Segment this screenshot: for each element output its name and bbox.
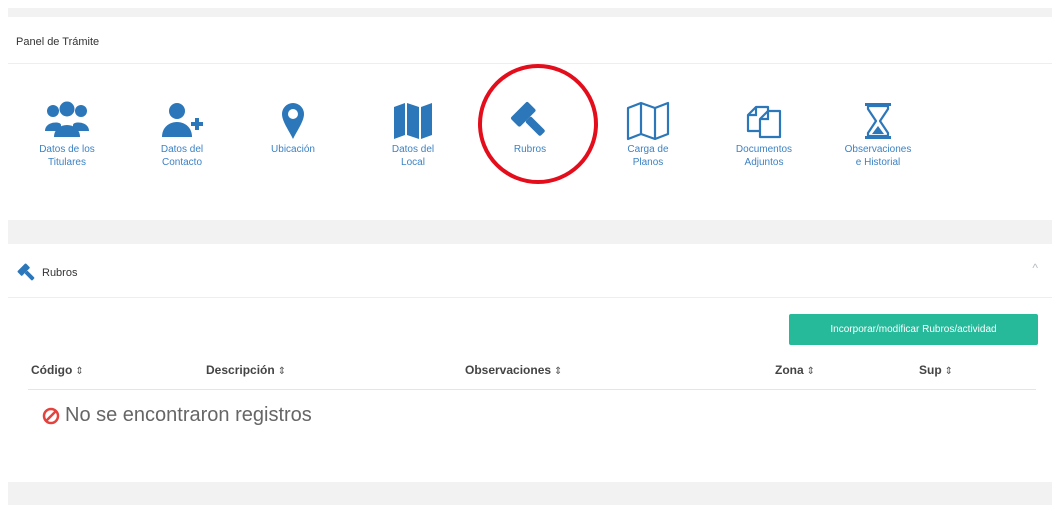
nav-label-line2: Planos bbox=[632, 157, 664, 168]
empty-state: No se encontraron registros bbox=[42, 404, 312, 427]
nav-label-line2: e Historial bbox=[855, 157, 901, 168]
bottom-band bbox=[8, 482, 1052, 505]
top-band bbox=[8, 8, 1052, 17]
documents-icon bbox=[746, 105, 782, 139]
nav-item-local[interactable]: Datos del Local bbox=[358, 95, 468, 169]
nav-label-line2: Titulares bbox=[48, 157, 86, 168]
collapse-chevron-icon[interactable]: ^ bbox=[1032, 261, 1038, 275]
user-plus-icon bbox=[162, 103, 203, 137]
section-header-divider bbox=[8, 297, 1052, 298]
users-icon bbox=[45, 101, 89, 137]
table-header-divider bbox=[28, 389, 1036, 390]
nav-label-line1: Documentos bbox=[735, 144, 793, 155]
map-icon bbox=[394, 103, 432, 139]
ban-icon bbox=[42, 407, 60, 424]
hourglass-icon bbox=[865, 103, 891, 139]
nav-label-line1: Observaciones bbox=[844, 144, 912, 155]
nav-label-line1: Carga de bbox=[627, 144, 669, 155]
column-header-sup[interactable]: Sup ⇕ bbox=[919, 363, 953, 377]
nav-label-line1: Datos del bbox=[391, 144, 435, 155]
column-header-descripcion[interactable]: Descripción ⇕ bbox=[206, 363, 286, 377]
sort-icon: ⇕ bbox=[277, 366, 287, 377]
nav-item-observaciones[interactable]: Observaciones e Historial bbox=[823, 95, 933, 169]
map-outline-icon bbox=[626, 101, 670, 141]
empty-message: No se encontraron registros bbox=[65, 404, 312, 426]
nav-label-line2: Local bbox=[401, 157, 425, 168]
nav-label-line2: Contacto bbox=[161, 157, 203, 168]
nav-label-line2: Adjuntos bbox=[744, 157, 784, 168]
sort-icon: ⇕ bbox=[806, 366, 816, 377]
nav-label-line1: Datos de los bbox=[39, 144, 95, 155]
panel-title: Panel de Trámite bbox=[16, 36, 100, 48]
highlight-circle bbox=[478, 64, 598, 184]
sort-icon: ⇕ bbox=[554, 366, 563, 377]
nav-item-ubicacion[interactable]: Ubicación bbox=[238, 95, 348, 156]
nav-label-line1: Ubicación bbox=[271, 144, 315, 155]
sort-icon: ⇕ bbox=[75, 366, 84, 377]
section-title: Rubros bbox=[42, 267, 78, 279]
sort-icon: ⇕ bbox=[944, 366, 954, 377]
column-header-zona[interactable]: Zona ⇕ bbox=[775, 363, 815, 377]
rubros-section-header: Rubros bbox=[16, 262, 77, 284]
gavel-icon bbox=[17, 263, 35, 281]
add-rubros-button[interactable]: Incorporar/modificar Rubros/actividad bbox=[789, 314, 1038, 345]
column-header-codigo[interactable]: Código ⇕ bbox=[31, 363, 84, 377]
section-separator-band bbox=[8, 220, 1052, 244]
nav-item-documentos[interactable]: Documentos Adjuntos bbox=[709, 95, 819, 169]
nav-item-contacto[interactable]: Datos del Contacto bbox=[127, 95, 237, 169]
map-marker-icon bbox=[282, 103, 304, 139]
nav-item-planos[interactable]: Carga de Planos bbox=[593, 95, 703, 169]
nav-label-line1: Datos del bbox=[160, 144, 204, 155]
column-header-observaciones[interactable]: Observaciones ⇕ bbox=[465, 363, 562, 377]
nav-item-titulares[interactable]: Datos de los Titulares bbox=[12, 95, 122, 169]
